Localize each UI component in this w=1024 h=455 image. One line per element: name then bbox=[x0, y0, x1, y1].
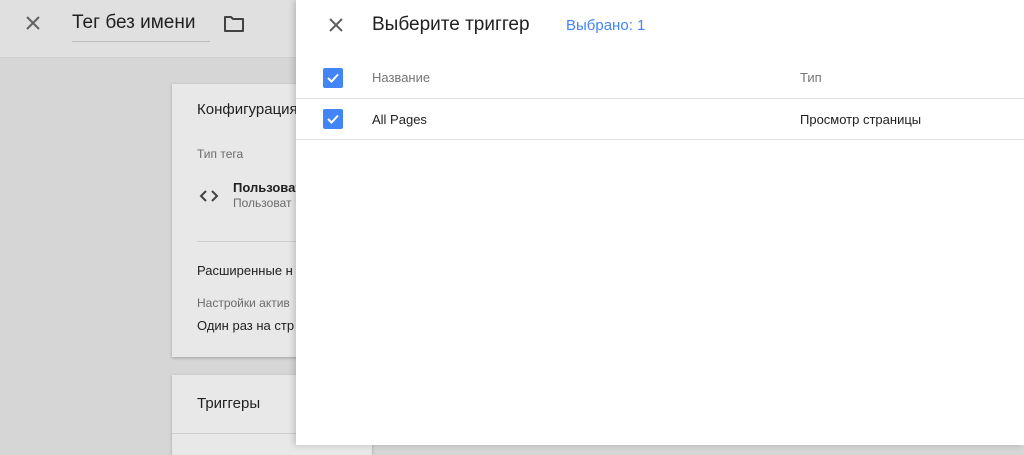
folder-icon[interactable] bbox=[223, 14, 245, 34]
advanced-settings-label[interactable]: Расширенные н bbox=[197, 263, 293, 278]
tag-type-subtitle: Пользоват bbox=[233, 196, 292, 210]
triggers-title: Триггеры bbox=[197, 395, 261, 412]
row-checkbox[interactable] bbox=[323, 109, 343, 129]
column-header-name[interactable]: Название bbox=[372, 70, 430, 85]
column-header-type[interactable]: Тип bbox=[800, 70, 822, 85]
choose-trigger-panel: Выберите триггер Выбрано: 1 Название Тип… bbox=[296, 0, 1024, 445]
code-icon bbox=[197, 184, 221, 208]
checkbox-checked-icon bbox=[327, 114, 339, 124]
panel-title: Выберите триггер bbox=[372, 14, 530, 35]
select-all-checkbox[interactable] bbox=[323, 68, 343, 88]
tag-name-title[interactable]: Тег без имени bbox=[72, 12, 210, 42]
close-icon[interactable] bbox=[324, 13, 348, 37]
trigger-settings-value: Один раз на стр bbox=[197, 318, 295, 333]
trigger-settings-label: Настройки актив bbox=[197, 296, 290, 310]
configuration-title: Конфигурация bbox=[197, 101, 298, 118]
table-row[interactable]: All Pages Просмотр страницы bbox=[296, 99, 1024, 140]
selected-count: Выбрано: 1 bbox=[566, 17, 646, 34]
table-header: Название Тип bbox=[296, 57, 1024, 99]
tag-type-name: Пользоват bbox=[233, 180, 302, 195]
close-icon[interactable] bbox=[21, 11, 45, 35]
tag-type-label: Тип тега bbox=[197, 147, 244, 161]
trigger-name[interactable]: All Pages bbox=[372, 112, 427, 127]
checkbox-checked-icon bbox=[327, 73, 339, 83]
trigger-type: Просмотр страницы bbox=[800, 112, 922, 127]
